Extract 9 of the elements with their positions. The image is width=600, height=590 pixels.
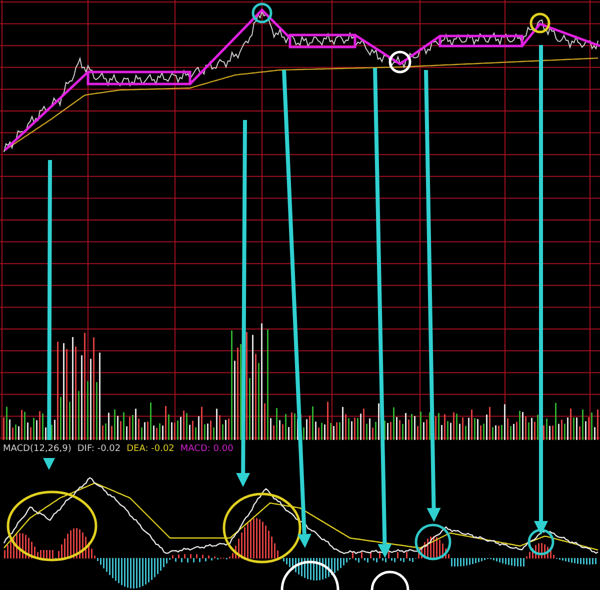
circle-marker [528, 528, 554, 556]
circle-marker [414, 524, 452, 560]
indicator-value: MACD: 0.00 [180, 444, 234, 454]
circle-marker [530, 12, 550, 34]
indicator-value: DIF: -0.02 [77, 444, 121, 454]
circle-marker [388, 50, 412, 74]
indicator-value: DEA: -0.02 [126, 444, 174, 454]
indicator-name: MACD(12,26,9) [3, 444, 72, 454]
circle-marker [252, 2, 272, 24]
